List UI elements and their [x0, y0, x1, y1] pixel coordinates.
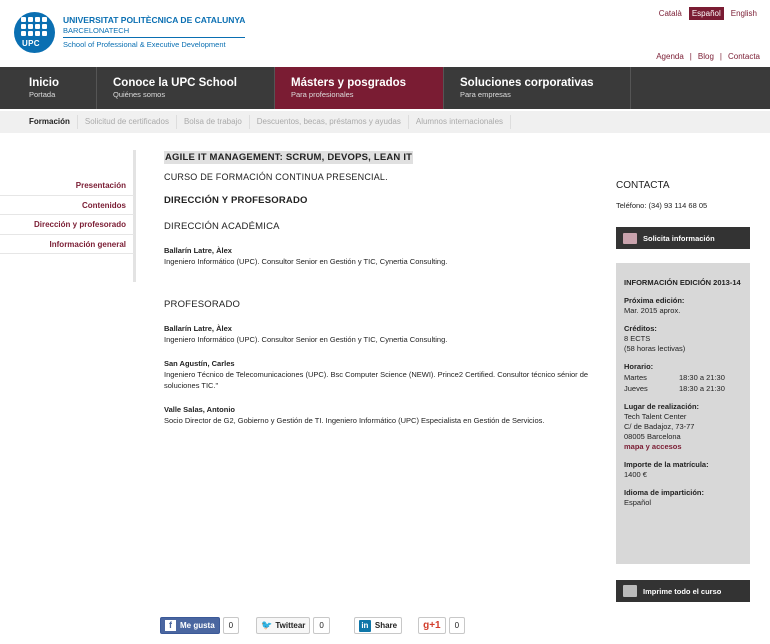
facebook-like-button[interactable]: f Me gusta — [160, 617, 220, 634]
main-content: AGILE IT MANAGEMENT: SCRUM, DEVOPS, LEAN… — [164, 151, 604, 426]
solicita-info-button[interactable]: Solicita información — [616, 227, 750, 249]
language-switcher: Català Español English — [656, 7, 760, 20]
contacta-link[interactable]: Contacta — [728, 52, 760, 61]
person-name: San Agustín, Carles — [164, 359, 235, 368]
subnav-bolsa[interactable]: Bolsa de trabajo — [177, 115, 250, 129]
nav-soluciones[interactable]: Soluciones corporativas Para empresas — [444, 67, 631, 109]
nav-masters[interactable]: Másters y posgrados Para profesionales — [275, 67, 444, 109]
horario-row: Jueves 18:30 a 21:30 — [624, 384, 725, 393]
university-name: UNIVERSITAT POLITÈCNICA DE CATALUNYA — [63, 15, 246, 25]
course-subtitle: CURSO DE FORMACIÓN CONTINUA PRESENCIAL. — [164, 172, 388, 182]
google-plus-button[interactable]: g+1 — [418, 617, 446, 634]
linkedin-icon: in — [358, 619, 371, 632]
person-name: Ballarín Latre, Àlex — [164, 246, 232, 255]
contacta-heading: CONTACTA — [616, 180, 670, 191]
course-title: AGILE IT MANAGEMENT: SCRUM, DEVOPS, LEAN… — [164, 151, 414, 164]
upc-logo-icon: UPC — [14, 12, 55, 53]
nav-inicio[interactable]: Inicio Portada — [0, 67, 97, 109]
person-entry: Valle Salas, Antonio Socio Director de G… — [164, 404, 604, 426]
twitter-icon: 🐦 — [261, 620, 273, 630]
person-desc: Ingeniero Técnico de Telecomunicaciones … — [164, 370, 589, 390]
person-name: Valle Salas, Antonio — [164, 405, 235, 414]
main-nav: Inicio Portada Conoce la UPC School Quié… — [0, 67, 770, 109]
separator: | — [719, 52, 722, 61]
facebook-count: 0 — [222, 617, 240, 634]
contact-block: CONTACTA Teléfono: (34) 93 114 68 05 — [616, 180, 750, 210]
person-entry: Ballarín Latre, Àlex Ingeniero Informáti… — [164, 323, 604, 345]
telefono: Teléfono: (34) 93 114 68 05 — [616, 201, 708, 210]
subnav-certificados[interactable]: Solicitud de certificados — [78, 115, 177, 129]
sub-nav: Formación Solicitud de certificados Bols… — [0, 111, 770, 133]
menu-informacion[interactable]: Información general — [0, 235, 134, 254]
mail-icon — [623, 232, 637, 244]
campus-name: BARCELONATECH — [63, 26, 130, 35]
direccion-heading: DIRECCIÓN ACADÉMICA — [164, 221, 280, 232]
facebook-icon: f — [165, 620, 176, 631]
horario-row: Martes 18:30 a 21:30 — [624, 373, 725, 382]
person-desc: Ingeniero Informático (UPC). Consultor S… — [164, 257, 448, 266]
google-plus-count: 0 — [448, 617, 466, 634]
person-name: Ballarín Latre, Àlex — [164, 324, 232, 333]
lang-english[interactable]: English — [728, 7, 760, 20]
lang-catala[interactable]: Català — [656, 7, 685, 20]
blog-link[interactable]: Blog — [698, 52, 714, 61]
subnav-alumnos[interactable]: Alumnos internacionales — [409, 115, 512, 129]
agenda-link[interactable]: Agenda — [656, 52, 684, 61]
separator: | — [689, 52, 692, 61]
social-bar: f Me gusta 0 🐦 Twittear 0 in Share g+1 0 — [160, 617, 466, 634]
subnav-formacion[interactable]: Formación — [22, 115, 78, 129]
school-name: School of Professional & Executive Devel… — [63, 37, 246, 50]
person-entry: Ballarín Latre, Àlex Ingeniero Informáti… — [164, 245, 604, 267]
linkedin-share-button[interactable]: in Share — [353, 617, 403, 634]
left-menu: Presentación Contenidos Dirección y prof… — [0, 176, 134, 254]
printer-icon — [623, 585, 637, 597]
nav-conoce[interactable]: Conoce la UPC School Quiénes somos — [97, 67, 275, 109]
twitter-button[interactable]: 🐦 Twittear — [256, 617, 311, 634]
menu-direccion[interactable]: Dirección y profesorado — [0, 215, 134, 235]
mapa-link[interactable]: mapa y accesos — [624, 442, 742, 452]
section-title: DIRECCIÓN Y PROFESORADO — [164, 195, 308, 206]
twitter-count: 0 — [313, 617, 330, 634]
imprime-button[interactable]: Imprime todo el curso — [616, 580, 750, 602]
subnav-descuentos[interactable]: Descuentos, becas, préstamos y ayudas — [250, 115, 409, 129]
lang-espanol[interactable]: Español — [688, 7, 724, 20]
info-box: INFORMACIÓN EDICIÓN 2013-14 Próxima edic… — [616, 263, 750, 564]
person-desc: Socio Director de G2, Gobierno y Gestión… — [164, 416, 545, 425]
person-desc: Ingeniero Informático (UPC). Consultor S… — [164, 335, 448, 344]
person-entry: San Agustín, Carles Ingeniero Técnico de… — [164, 358, 604, 391]
utility-links: Agenda | Blog | Contacta — [656, 52, 760, 61]
menu-presentacion[interactable]: Presentación — [0, 176, 134, 196]
profesorado-heading: PROFESORADO — [164, 299, 241, 310]
upc-logo[interactable]: UPC UNIVERSITAT POLITÈCNICA DE CATALUNYA… — [14, 12, 246, 53]
info-heading: INFORMACIÓN EDICIÓN 2013-14 — [624, 278, 741, 287]
menu-contenidos[interactable]: Contenidos — [0, 196, 134, 215]
